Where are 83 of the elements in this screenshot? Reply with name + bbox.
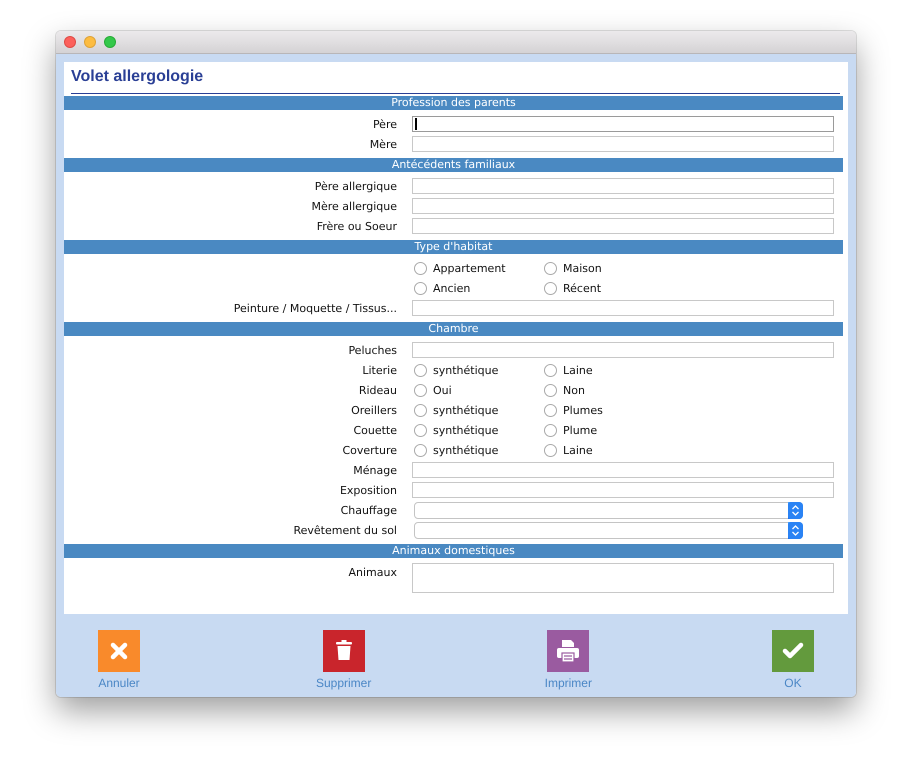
input-field[interactable] <box>412 482 834 498</box>
field-label: Rideau <box>358 384 397 396</box>
radio-option[interactable]: synthétique <box>414 424 498 436</box>
field-label: Coverture <box>342 444 397 456</box>
field-label: Ménage <box>353 464 397 476</box>
printer-icon <box>556 639 580 663</box>
radio-label: Laine <box>563 444 593 456</box>
radio-button[interactable] <box>414 424 427 436</box>
field-label: Père <box>372 118 397 130</box>
radio-label: Ancien <box>433 282 470 294</box>
input-field[interactable] <box>412 300 834 316</box>
radio-button[interactable] <box>414 282 427 294</box>
radio-option[interactable]: synthétique <box>414 404 498 416</box>
field-label: Frère ou Soeur <box>316 220 397 232</box>
input-field[interactable] <box>412 462 834 478</box>
radio-button[interactable] <box>544 282 557 294</box>
field-label: Exposition <box>340 484 397 496</box>
radio-label: Appartement <box>433 262 506 274</box>
section-header: Antécédents familiaux <box>64 158 843 172</box>
field-label: Couette <box>353 424 397 436</box>
radio-button[interactable] <box>414 364 427 376</box>
input-field[interactable] <box>412 136 834 152</box>
radio-option[interactable]: synthétique <box>414 444 498 456</box>
radio-label: synthétique <box>433 364 498 376</box>
radio-label: synthétique <box>433 404 498 416</box>
section-header: Type d'habitat <box>64 240 843 254</box>
zoom-window-icon[interactable] <box>104 36 116 48</box>
radio-label: Laine <box>563 364 593 376</box>
stepper-icon <box>788 502 803 518</box>
radio-label: Maison <box>563 262 602 274</box>
section-header: Chambre <box>64 322 843 336</box>
field-label: Revêtement du sol <box>293 524 397 536</box>
radio-label: Oui <box>433 384 452 396</box>
radio-button[interactable] <box>544 384 557 396</box>
dropdown-field[interactable] <box>414 502 803 518</box>
section-header: Profession des parents <box>64 96 843 110</box>
section-header: Animaux domestiques <box>64 544 843 558</box>
dropdown-field[interactable] <box>414 522 803 538</box>
form-title: Volet allergologie <box>71 62 840 94</box>
radio-label: synthétique <box>433 444 498 456</box>
field-label: Mère allergique <box>311 200 397 212</box>
radio-label: synthétique <box>433 424 498 436</box>
radio-label: Récent <box>563 282 602 294</box>
radio-button[interactable] <box>544 404 557 416</box>
radio-button[interactable] <box>414 444 427 456</box>
radio-button[interactable] <box>414 384 427 396</box>
field-label: Père allergique <box>314 180 397 192</box>
radio-label: Plumes <box>563 404 603 416</box>
minimize-window-icon[interactable] <box>84 36 96 48</box>
radio-label: Non <box>563 384 585 396</box>
stepper-icon <box>788 522 803 538</box>
radio-option[interactable]: Non <box>544 384 585 396</box>
radio-option[interactable]: Récent <box>544 282 602 294</box>
radio-label: Plume <box>563 424 598 436</box>
input-field[interactable] <box>412 116 834 132</box>
field-label: Peluches <box>348 344 397 356</box>
close-window-icon[interactable] <box>64 36 76 48</box>
radio-option[interactable]: Appartement <box>414 262 506 274</box>
radio-option[interactable]: Laine <box>544 444 593 456</box>
input-field[interactable] <box>412 198 834 214</box>
field-label: Literie <box>362 364 397 376</box>
radio-button[interactable] <box>544 364 557 376</box>
radio-button[interactable] <box>544 424 557 436</box>
radio-button[interactable] <box>414 404 427 416</box>
field-label: Mère <box>370 138 397 150</box>
radio-option[interactable]: Oui <box>414 384 452 396</box>
radio-option[interactable]: Ancien <box>414 282 470 294</box>
input-field[interactable] <box>412 178 834 194</box>
input-field[interactable] <box>412 342 834 358</box>
field-label: Animaux <box>348 566 397 579</box>
field-label: Oreillers <box>351 404 397 416</box>
radio-option[interactable]: Plumes <box>544 404 603 416</box>
text-area[interactable] <box>412 563 834 593</box>
radio-option[interactable]: synthétique <box>414 364 498 376</box>
field-label: Peinture / Moquette / Tissus... <box>234 302 397 314</box>
radio-button[interactable] <box>414 262 427 274</box>
radio-button[interactable] <box>544 262 557 274</box>
radio-option[interactable]: Maison <box>544 262 602 274</box>
radio-option[interactable]: Plume <box>544 424 598 436</box>
input-field[interactable] <box>412 218 834 234</box>
field-label: Chauffage <box>340 504 397 516</box>
radio-option[interactable]: Laine <box>544 364 593 376</box>
radio-button[interactable] <box>544 444 557 456</box>
